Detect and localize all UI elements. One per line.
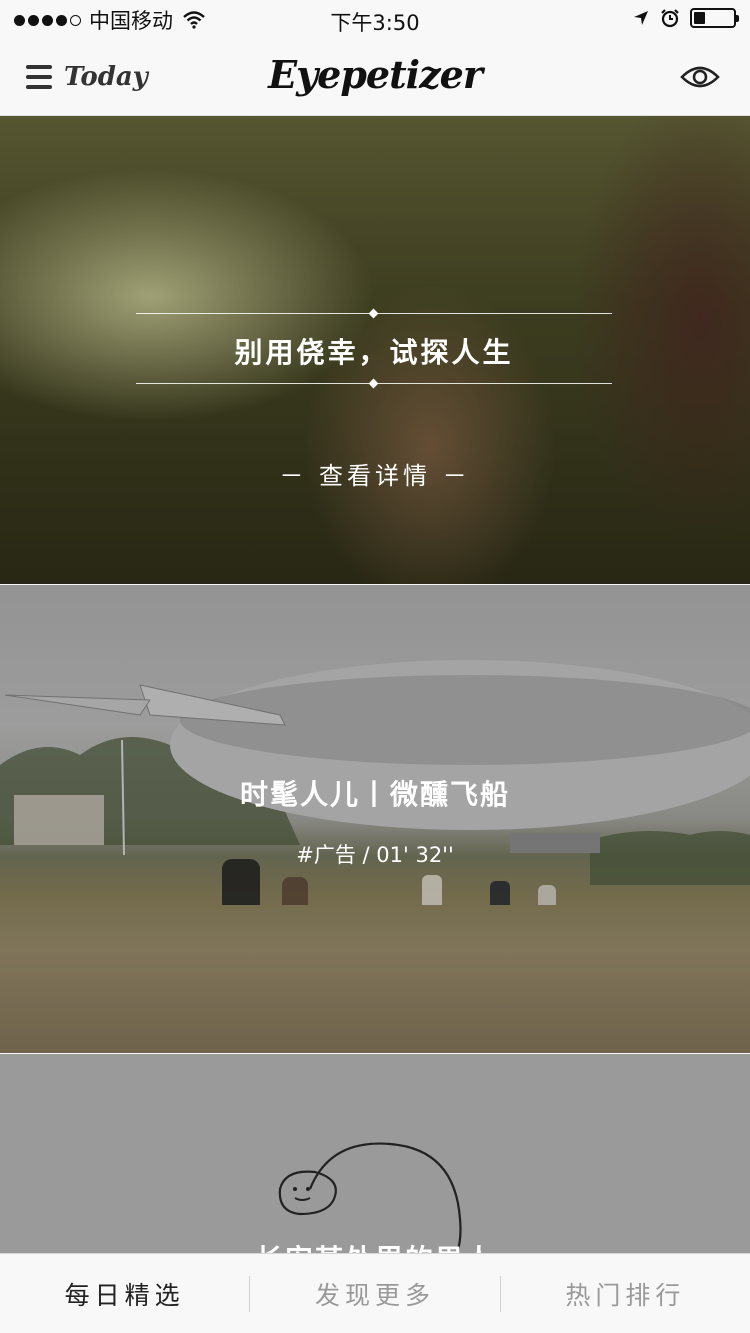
alarm-clock-icon xyxy=(661,9,679,28)
card-title: 长安某处里的男人 xyxy=(0,1238,750,1254)
bottom-tab-bar: 每日精选 发现更多 热门排行 xyxy=(0,1253,750,1333)
view-details-link[interactable]: － 查看详情 － xyxy=(0,456,750,491)
signal-strength-icon xyxy=(14,14,81,26)
eye-icon[interactable] xyxy=(680,62,720,92)
hamburger-icon xyxy=(26,65,52,89)
card-image-overlay xyxy=(0,585,750,1053)
featured-title-frame: 别用侥幸，试探人生 xyxy=(136,308,612,389)
today-label: Today xyxy=(64,62,148,92)
wifi-icon xyxy=(183,11,205,29)
feed-card-featured[interactable]: 别用侥幸，试探人生 － 查看详情 － xyxy=(0,116,750,584)
doodle-character-image xyxy=(278,1142,462,1254)
card-title: 别用侥幸，试探人生 xyxy=(234,336,514,369)
location-arrow-icon xyxy=(634,11,648,25)
card-title: 时髦人儿丨微醺飞船 xyxy=(239,778,510,811)
carrier-name: 中国移动 xyxy=(89,9,173,33)
feed-card-video[interactable]: 时髦人儿丨微醺飞船 #广告 / 01' 32'' xyxy=(0,585,750,1053)
tab-daily-picks[interactable]: 每日精选 xyxy=(0,1276,249,1312)
battery-icon xyxy=(690,8,739,28)
card-meta: #广告 / 01' 32'' xyxy=(296,843,454,867)
tab-popular-ranking[interactable]: 热门排行 xyxy=(501,1276,750,1312)
navigation-bar: Today Eyepetizer xyxy=(0,40,750,116)
menu-button[interactable]: Today xyxy=(26,62,148,92)
diamond-ornament-icon xyxy=(368,308,379,319)
status-bar: 中国移动 下午3:50 xyxy=(0,0,750,40)
tab-discover-more[interactable]: 发现更多 xyxy=(250,1276,499,1312)
feed-card-video[interactable]: 长安某处里的男人 xyxy=(0,1054,750,1254)
